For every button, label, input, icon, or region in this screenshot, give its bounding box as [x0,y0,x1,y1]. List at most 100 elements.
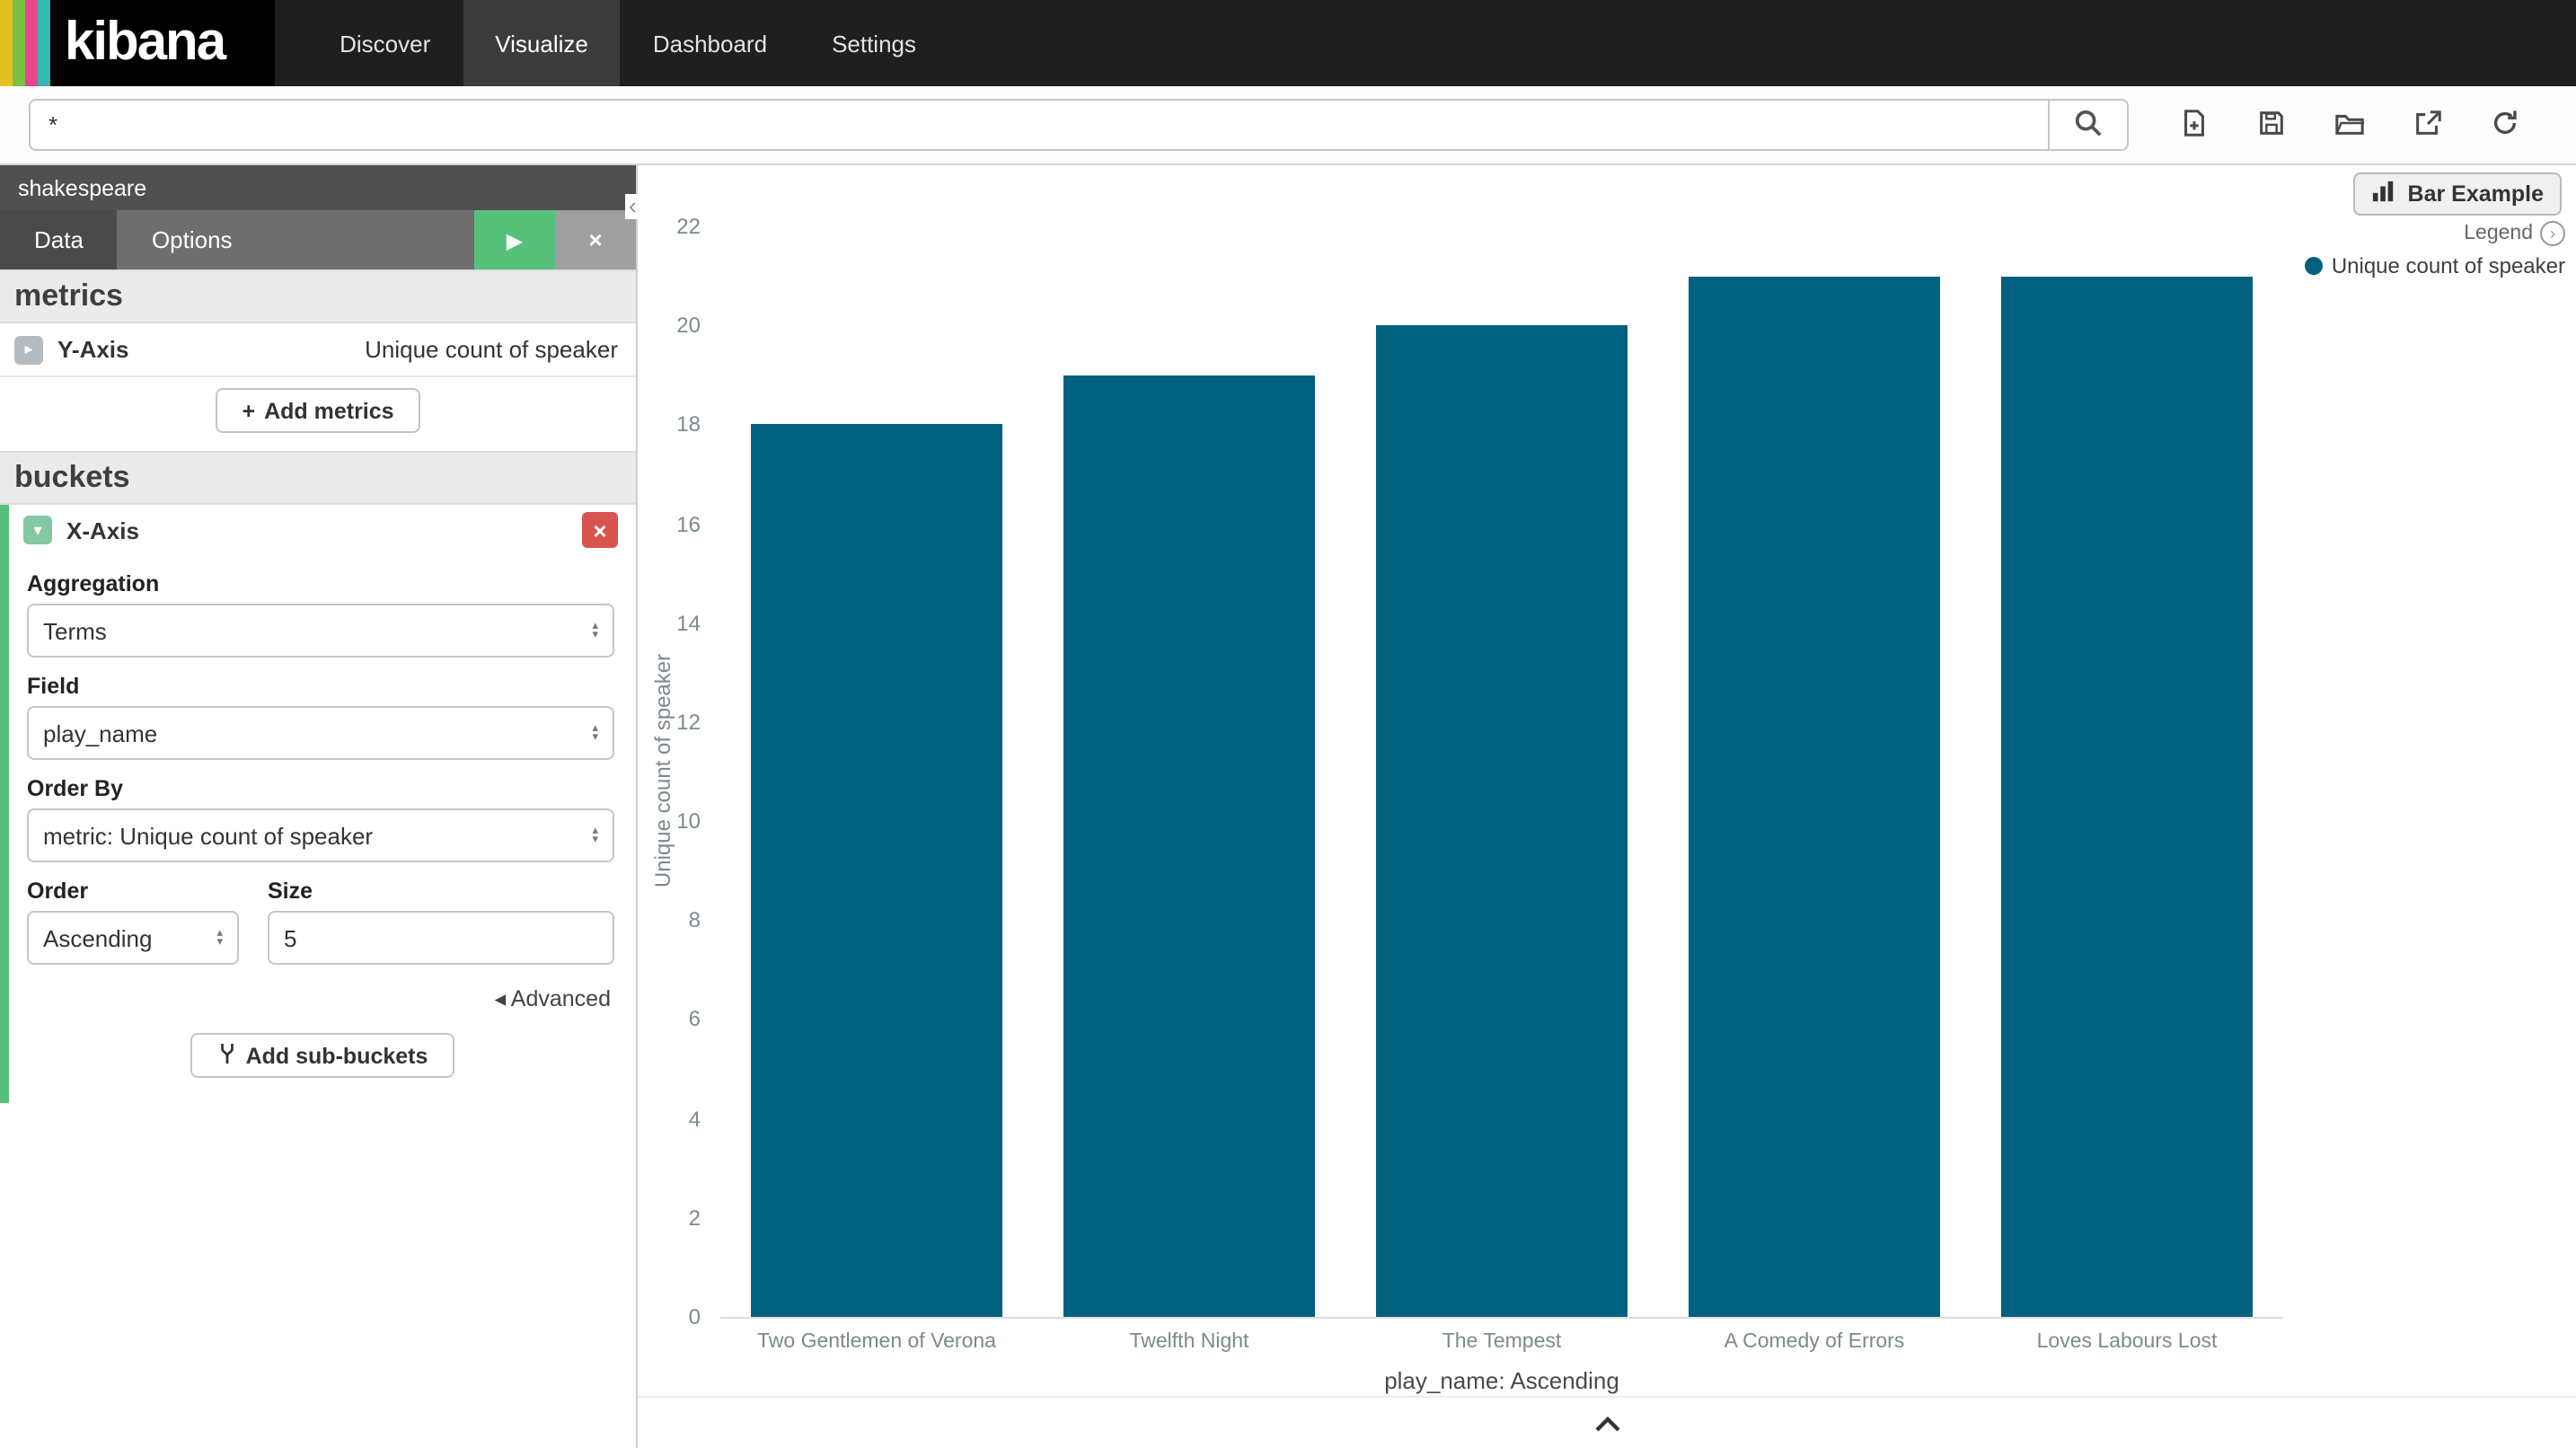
x-axis-labels: Two Gentlemen of VeronaTwelfth NightThe … [720,1331,2283,1353]
delete-bucket-button[interactable]: × [582,512,618,548]
top-navbar: kibana Discover Visualize Dashboard Sett… [0,0,2576,86]
bar-chart-icon [2372,180,2397,208]
aggregation-label: Aggregation [27,571,614,596]
close-icon: × [593,518,606,542]
discard-changes-button[interactable]: × [555,210,636,269]
save-visualization-button[interactable] [2256,107,2287,143]
apply-changes-button[interactable]: ▶ [474,210,555,269]
query-bar [0,86,2576,165]
tab-data[interactable]: Data [0,210,118,269]
y-axis-tick-label: 20 [676,313,701,338]
legend-item[interactable]: Unique count of speaker [2305,253,2565,278]
nav-visualize[interactable]: Visualize [463,0,621,86]
kibana-brand-text: kibana [65,0,225,86]
editor-tabs: Data Options ▶ × [0,210,636,269]
nav-settings[interactable]: Settings [799,0,948,86]
advanced-row: ◂ Advanced [9,983,611,1015]
plot-area [720,226,2283,1319]
y-axis-tick-label: 2 [689,1205,701,1231]
metric-value: Unique count of speaker [365,336,618,363]
bar-0[interactable] [750,425,1003,1317]
bar-3[interactable] [1688,276,1941,1317]
visualization-panel: Bar Example Legend › Unique count of spe… [638,165,2576,1448]
metrics-heading: metrics [0,269,636,323]
y-axis-tick-label: 16 [676,511,701,536]
bars-container [720,226,2283,1317]
y-axis-tick-label: 22 [676,214,701,239]
size-label: Size [268,879,614,904]
bar-2[interactable] [1375,325,1628,1317]
x-axis-category-label: Two Gentlemen of Verona [720,1331,1033,1353]
x-axis-title: play_name: Ascending [720,1367,2283,1394]
save-icon [2256,107,2287,143]
x-axis-category-label: A Comedy of Errors [1658,1331,1971,1353]
y-axis-tick-label: 0 [689,1304,701,1329]
x-axis-category-label: The Tempest [1345,1331,1658,1353]
bar-slot [1971,226,2283,1317]
aggregation-select[interactable]: Terms ▴▾ [27,604,614,658]
query-input[interactable] [29,99,2048,151]
buckets-heading: buckets [0,451,636,505]
collapse-sidebar-chevron[interactable]: ‹ [625,194,640,219]
share-visualization-button[interactable] [2413,107,2443,143]
refresh-icon [2490,107,2520,143]
new-document-icon [2179,107,2210,143]
add-sub-buckets-row: Add sub-buckets [9,1022,636,1096]
order-select[interactable]: Ascending ▴▾ [27,911,239,965]
nav-dashboard[interactable]: Dashboard [621,0,799,86]
select-stepper-icon: ▴▾ [592,621,598,640]
new-visualization-button[interactable] [2179,107,2210,143]
vis-toolbar [2179,107,2520,143]
bar-slot [1345,226,1658,1317]
vis-name-button[interactable]: Bar Example [2354,172,2562,216]
add-sub-buckets-button[interactable]: Add sub-buckets [190,1033,455,1078]
y-axis: 0246810121416182022 [638,226,710,1317]
legend-item-label: Unique count of speaker [2332,253,2565,278]
size-input[interactable] [268,911,614,965]
y-axis-tick-label: 4 [689,1106,701,1131]
search-group [29,99,2129,151]
expand-spy-panel-chevron[interactable] [1591,1413,1623,1433]
folder-open-icon [2333,107,2366,143]
x-axis-bucket-header: ▾ X-Axis × [9,505,636,555]
expand-metric-chevron-icon[interactable]: ▸ [14,335,43,364]
legend: Legend › Unique count of speaker [2305,221,2565,278]
legend-toggle[interactable]: Legend › [2305,221,2565,246]
kibana-logo-stripes [0,0,50,86]
tab-options[interactable]: Options [118,210,267,269]
bar-slot [1033,226,1345,1317]
bucket-label: X-Axis [66,517,582,543]
add-metrics-row: + Add metrics [0,377,636,451]
kibana-logo[interactable]: kibana [0,0,275,86]
nav-discover[interactable]: Discover [307,0,463,86]
index-pattern-header: shakespeare [0,165,636,210]
select-stepper-icon: ▴▾ [592,826,598,845]
advanced-toggle-link[interactable]: ◂ Advanced [495,986,611,1011]
order-by-select[interactable]: metric: Unique count of speaker ▴▾ [27,808,614,862]
bar-4[interactable] [2000,276,2254,1317]
bar-1[interactable] [1063,375,1316,1317]
order-size-row: Order Ascending ▴▾ Size [27,862,614,965]
legend-color-dot-icon [2305,257,2323,275]
collapse-bucket-chevron-icon[interactable]: ▾ [23,516,52,544]
add-metrics-button[interactable]: + Add metrics [215,388,420,433]
spy-panel-bar [638,1396,2576,1448]
y-axis-tick-label: 14 [676,610,701,635]
y-axis-tick-label: 10 [676,808,701,834]
y-axis-tick-label: 6 [689,1007,701,1032]
refresh-button[interactable] [2490,107,2520,143]
legend-collapse-icon: › [2540,221,2565,246]
x-axis-category-label: Twelfth Night [1033,1331,1345,1353]
y-axis-tick-label: 18 [676,412,701,437]
field-select[interactable]: play_name ▴▾ [27,706,614,760]
fork-icon [217,1041,237,1070]
y-axis-tick-label: 8 [689,908,701,933]
close-icon: × [588,226,602,253]
primary-nav: Discover Visualize Dashboard Settings [307,0,948,86]
load-visualization-button[interactable] [2333,107,2366,143]
search-button[interactable] [2048,99,2129,151]
field-label: Field [27,674,614,699]
select-stepper-icon: ▴▾ [216,928,223,948]
kibana-app: kibana Discover Visualize Dashboard Sett… [0,0,2576,1448]
content-area: ‹ shakespeare Data Options ▶ × metrics ▸ [0,165,2576,1448]
